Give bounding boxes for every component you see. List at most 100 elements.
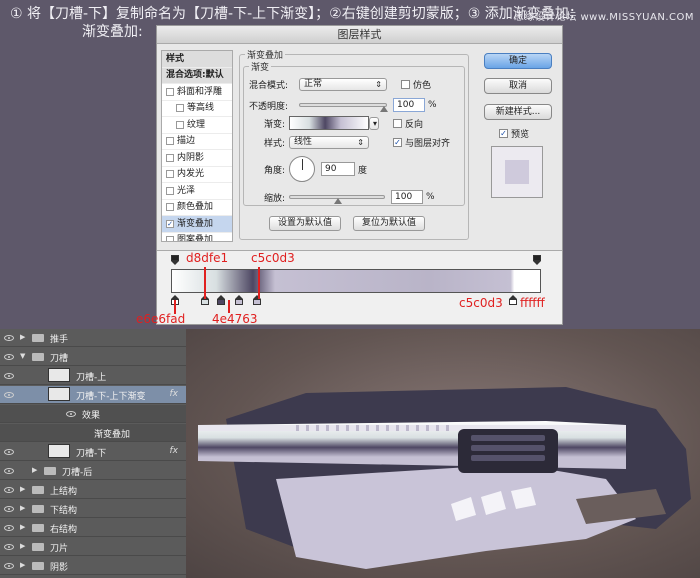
expand-arrow-icon[interactable]: ▶: [20, 523, 25, 531]
preview-label: 预览: [511, 130, 530, 140]
style-item-checkbox[interactable]: [166, 87, 174, 96]
color-stop-3[interactable]: [217, 295, 225, 305]
layer-row[interactable]: ▶ 刀槽-后: [0, 462, 186, 480]
color-stop-6[interactable]: [509, 295, 517, 305]
angle-input[interactable]: 90: [321, 162, 355, 176]
layer-thumbnail: [48, 368, 70, 382]
opacity-slider-knob[interactable]: [380, 106, 388, 112]
ok-button[interactable]: 确定: [484, 53, 552, 69]
layer-name: 刀槽-下: [76, 449, 107, 459]
style-item-checkbox[interactable]: [176, 104, 184, 113]
style-item[interactable]: 等高线: [162, 101, 232, 117]
folder-icon: [32, 505, 44, 513]
expand-arrow-icon[interactable]: ▶: [20, 333, 25, 341]
fx-icon[interactable]: fx: [170, 446, 179, 456]
opacity-stop-left[interactable]: [171, 255, 179, 265]
style-item-checkbox[interactable]: ✓: [166, 219, 174, 228]
layer-row[interactable]: 刀槽-上: [0, 367, 186, 385]
visibility-eye-icon[interactable]: [4, 487, 14, 493]
style-item[interactable]: 颜色叠加: [162, 200, 232, 216]
style-item[interactable]: 内阴影: [162, 150, 232, 167]
visibility-eye-icon[interactable]: [4, 468, 14, 474]
style-item-checkbox[interactable]: [166, 170, 174, 179]
layer-row[interactable]: ▶ 右结构: [0, 519, 186, 537]
expand-arrow-icon[interactable]: ▶: [20, 542, 25, 550]
folder-icon: [32, 353, 44, 361]
style-item-checkbox[interactable]: [166, 203, 174, 212]
visibility-eye-icon[interactable]: [4, 525, 14, 531]
style-item-label: 光泽: [177, 185, 196, 196]
color-stop-4[interactable]: [235, 295, 243, 305]
expand-arrow-icon[interactable]: ▶: [20, 504, 25, 512]
gradient-label: 渐变:: [263, 119, 285, 130]
blend-options-item[interactable]: 混合选项:默认: [162, 67, 232, 84]
scale-slider[interactable]: [289, 195, 385, 204]
preview-row: ✓ 预览: [499, 127, 529, 140]
visibility-eye-icon[interactable]: [4, 335, 14, 341]
set-default-button[interactable]: 设置为默认值: [269, 216, 342, 231]
fx-icon[interactable]: fx: [170, 389, 179, 399]
expand-arrow-icon[interactable]: ▶: [20, 561, 25, 569]
layer-row[interactable]: 刀槽-下-上下渐变 fx: [0, 386, 186, 404]
style-item-checkbox[interactable]: [166, 137, 174, 146]
visibility-eye-icon[interactable]: [66, 411, 76, 417]
opacity-stop-right[interactable]: [533, 255, 541, 265]
style-item-checkbox[interactable]: [166, 186, 174, 195]
scale-percent: %: [426, 192, 435, 202]
layer-row[interactable]: ▼ 刀槽: [0, 348, 186, 366]
scale-input[interactable]: 100: [391, 190, 423, 204]
visibility-eye-icon[interactable]: [4, 354, 14, 360]
expand-arrow-icon[interactable]: ▶: [32, 466, 37, 474]
layer-row[interactable]: ▶ 上结构: [0, 481, 186, 499]
align-layer-checkbox[interactable]: ✓: [393, 138, 402, 147]
opacity-slider[interactable]: [299, 103, 388, 112]
style-item[interactable]: 斜面和浮雕: [162, 84, 232, 101]
scale-slider-knob[interactable]: [334, 198, 342, 204]
new-style-button[interactable]: 新建样式...: [484, 104, 552, 120]
layer-row[interactable]: ▶ 阴影: [0, 557, 186, 575]
style-item-checkbox[interactable]: [176, 120, 184, 129]
layer-row[interactable]: 刀槽-下 fx: [0, 443, 186, 461]
visibility-eye-icon[interactable]: [4, 373, 14, 379]
layer-row[interactable]: ▶ 推手: [0, 329, 186, 347]
visibility-eye-icon[interactable]: [4, 563, 14, 569]
style-item[interactable]: 纹理: [162, 117, 232, 134]
style-item-checkbox[interactable]: [166, 153, 174, 162]
layer-row[interactable]: 效果: [0, 405, 186, 423]
style-item-checkbox[interactable]: [166, 236, 174, 241]
style-item[interactable]: 图案叠加: [162, 233, 232, 241]
gradient-picker-button[interactable]: ▾: [369, 116, 379, 130]
visibility-eye-icon[interactable]: [4, 544, 14, 550]
angle-dial[interactable]: [289, 156, 315, 182]
style-item[interactable]: ✓ 渐变叠加: [162, 216, 232, 233]
gradient-swatch[interactable]: [289, 116, 369, 130]
degree-label: 度: [358, 165, 368, 176]
layer-row[interactable]: ▶ 下结构: [0, 500, 186, 518]
style-item[interactable]: 内发光: [162, 167, 232, 183]
layer-name: 刀片: [50, 544, 69, 554]
opacity-input[interactable]: 100: [393, 98, 425, 112]
layer-style-dialog: 图层样式 样式 混合选项:默认 斜面和浮雕 等高线 纹理 描边 内阴影 内发光 光泽 颜色叠加…: [156, 25, 563, 325]
layer-row[interactable]: 渐变叠加: [0, 424, 186, 442]
visibility-eye-icon[interactable]: [4, 506, 14, 512]
visibility-eye-icon[interactable]: [4, 392, 14, 398]
reset-default-button[interactable]: 复位为默认值: [353, 216, 426, 231]
reverse-checkbox[interactable]: [393, 118, 402, 128]
visibility-eye-icon[interactable]: [4, 449, 14, 455]
style-label: 样式:: [263, 139, 285, 149]
preview-checkbox[interactable]: ✓: [499, 129, 508, 138]
expand-arrow-icon[interactable]: ▶: [20, 485, 25, 493]
gradient-preview-bar[interactable]: [171, 269, 541, 293]
dither-checkbox[interactable]: [401, 80, 410, 89]
annotation-line-e6e6fad: [174, 300, 176, 314]
style-item[interactable]: 描边: [162, 134, 232, 150]
blend-mode-select[interactable]: 正常 ⇕: [299, 78, 387, 91]
styles-header[interactable]: 样式: [162, 51, 232, 68]
style-select[interactable]: 线性 ⇕: [289, 136, 369, 149]
collapse-arrow-icon[interactable]: ▼: [20, 352, 25, 360]
cancel-button[interactable]: 取消: [484, 78, 552, 94]
style-item[interactable]: 光泽: [162, 183, 232, 200]
layer-name: 右结构: [50, 525, 78, 535]
style-preview-thumbnail: [491, 146, 543, 198]
layer-row[interactable]: ▶ 刀片: [0, 538, 186, 556]
